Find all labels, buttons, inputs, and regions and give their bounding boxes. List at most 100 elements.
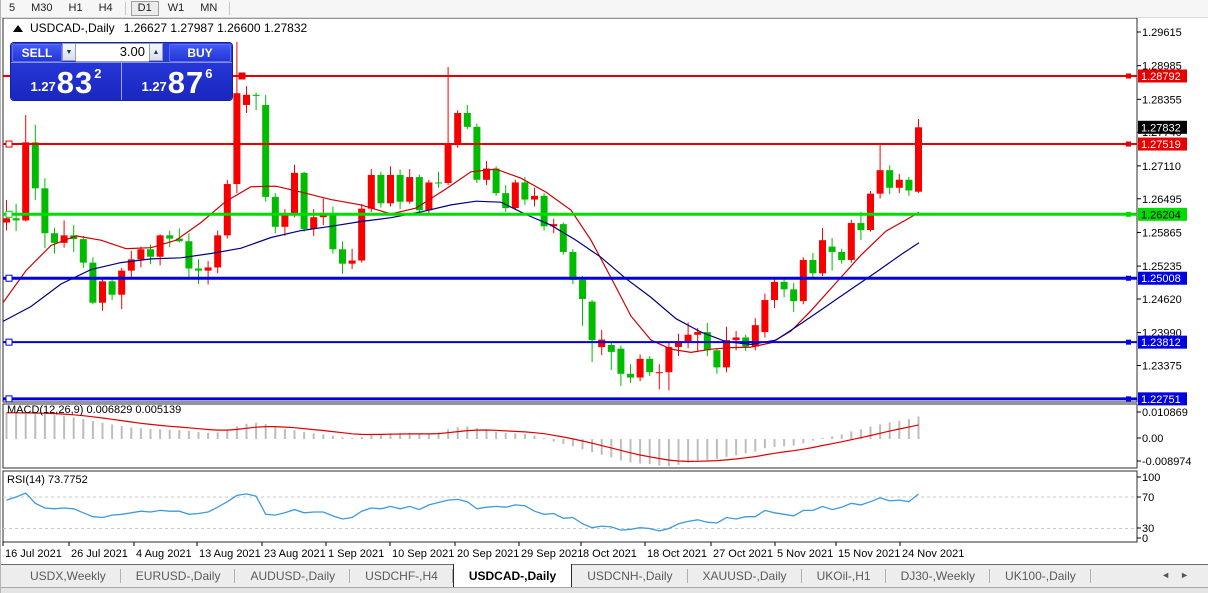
hline-handle-right[interactable] (1126, 142, 1131, 147)
candle-bear (608, 345, 615, 352)
hline-handle-right[interactable] (1126, 276, 1131, 281)
candle-bear (109, 281, 116, 294)
timeframe-mn[interactable]: MN (193, 1, 224, 16)
candle-bull (425, 182, 432, 210)
candle-bear (886, 170, 893, 188)
candle-bull (454, 113, 461, 145)
candle-bull (531, 196, 538, 200)
candle-bull (243, 95, 250, 105)
candle-bull (867, 194, 874, 230)
price-badge-1.22751-text: 1.22751 (1141, 394, 1181, 406)
tab-usdx[interactable]: USDX,Weekly (15, 565, 121, 587)
candle-bear (51, 233, 58, 243)
price-tick-label: 1.23375 (1142, 361, 1182, 373)
macd-bar (370, 435, 372, 439)
tab-eurusd[interactable]: EURUSD-,Daily (121, 565, 236, 587)
volume-decrease-button[interactable]: ▼ (62, 43, 76, 61)
hline-handle-right[interactable] (1126, 340, 1131, 345)
macd-bar (898, 421, 900, 439)
timeframe-m30[interactable]: M30 (24, 1, 59, 16)
candle-bear (80, 239, 87, 263)
hline-handle-left[interactable] (6, 339, 12, 345)
buy-price-sup: 6 (205, 66, 212, 81)
hline-handle-right[interactable] (1126, 396, 1131, 401)
candle-bear (464, 113, 471, 127)
candle-bear (521, 182, 528, 199)
macd-bar (495, 432, 497, 439)
tab-ukoil[interactable]: UKOil-,H1 (802, 565, 886, 587)
symbol-tabbar: USDX,WeeklyEURUSD-,DailyAUDUSD-,DailyUSD… (1, 564, 1208, 593)
price-tick-label: 1.25865 (1142, 227, 1182, 239)
candle-bear (13, 218, 20, 220)
macd-bar (562, 439, 564, 444)
sell-price[interactable]: 1.27 83 2 (11, 62, 122, 100)
macd-bar (198, 432, 200, 439)
candle-bull (819, 240, 826, 273)
volume-increase-button[interactable]: ▲ (149, 43, 163, 61)
macd-bar (726, 439, 728, 457)
macd-bar (447, 429, 449, 439)
hline-handle-right[interactable] (1126, 212, 1131, 217)
candle-bear (781, 282, 788, 289)
sell-button[interactable]: SELL (12, 44, 62, 62)
candle-bull (3, 218, 10, 222)
timeframe-h1[interactable]: H1 (62, 1, 90, 16)
candle-bear (166, 235, 173, 238)
toolbar-separator (229, 2, 230, 15)
macd-bar (121, 426, 123, 439)
candle-bull (896, 180, 903, 188)
timeframe-w1[interactable]: W1 (161, 1, 192, 16)
tab-uk100[interactable]: UK100-,Daily (990, 565, 1091, 587)
candle-bull (445, 145, 452, 183)
price-badge-1.23812-text: 1.23812 (1141, 337, 1181, 349)
chart-pane (3, 471, 1137, 542)
hline-handle-left[interactable] (6, 275, 12, 281)
tab-usdchf[interactable]: USDCHF-,H4 (350, 565, 453, 587)
macd-bar (658, 439, 660, 465)
candle-bear (627, 374, 634, 378)
macd-bar (908, 419, 910, 439)
macd-bar (524, 434, 526, 439)
macd-bar (217, 432, 219, 439)
hline-handle-left[interactable] (6, 211, 12, 217)
volume-input[interactable]: 3.00 (76, 43, 149, 62)
date-tick-label: 8 Oct 2021 (583, 548, 637, 560)
candle-bull (733, 337, 740, 340)
chart-marker-icon (13, 25, 23, 32)
buy-button[interactable]: BUY (169, 44, 231, 62)
current-price-badge-text: 1.27832 (1141, 122, 1181, 134)
tab-dj30[interactable]: DJ30-,Weekly (886, 565, 990, 587)
symbol-tabs: USDX,WeeklyEURUSD-,DailyAUDUSD-,DailyUSD… (1, 565, 1091, 587)
buy-price-big: 87 (168, 68, 204, 97)
hline-handle-left[interactable] (6, 141, 12, 147)
timeframe-5[interactable]: 5 (2, 1, 22, 16)
macd-bar (591, 439, 593, 452)
macd-bar (351, 438, 353, 439)
macd-bar (706, 439, 708, 460)
macd-bar (25, 413, 27, 439)
timeframe-d1[interactable]: D1 (131, 1, 159, 16)
macd-bar (246, 424, 248, 439)
tab-scroll-left-icon[interactable]: ◄ (1161, 570, 1180, 580)
hline-handle-left[interactable] (6, 396, 12, 402)
tab-usdcad[interactable]: USDCAD-,Daily (453, 564, 572, 587)
tab-xauusd[interactable]: XAUUSD-,Daily (688, 565, 802, 587)
candle-bear (301, 173, 308, 229)
tab-usdcnh[interactable]: USDCNH-,Daily (572, 565, 687, 587)
macd-bar (169, 430, 171, 439)
tab-scroll-right-icon[interactable]: ► (1180, 570, 1199, 580)
candle-bear (646, 359, 653, 372)
macd-bar (159, 429, 161, 439)
rsi-axis-label: 100 (1142, 472, 1160, 484)
macd-bar (140, 428, 142, 439)
candle-bull (22, 142, 29, 220)
hline-handle-right[interactable] (1126, 73, 1131, 78)
hline-handle-left[interactable] (239, 73, 245, 79)
timeframe-h4[interactable]: H4 (92, 1, 120, 16)
candle-bull (665, 347, 672, 372)
tab-audusd[interactable]: AUDUSD-,Daily (235, 565, 350, 587)
candle-bear (579, 280, 586, 299)
rsi-axis-label: 70 (1142, 492, 1154, 504)
candle-bear (147, 249, 154, 256)
buy-price[interactable]: 1.27 87 6 (122, 62, 232, 100)
